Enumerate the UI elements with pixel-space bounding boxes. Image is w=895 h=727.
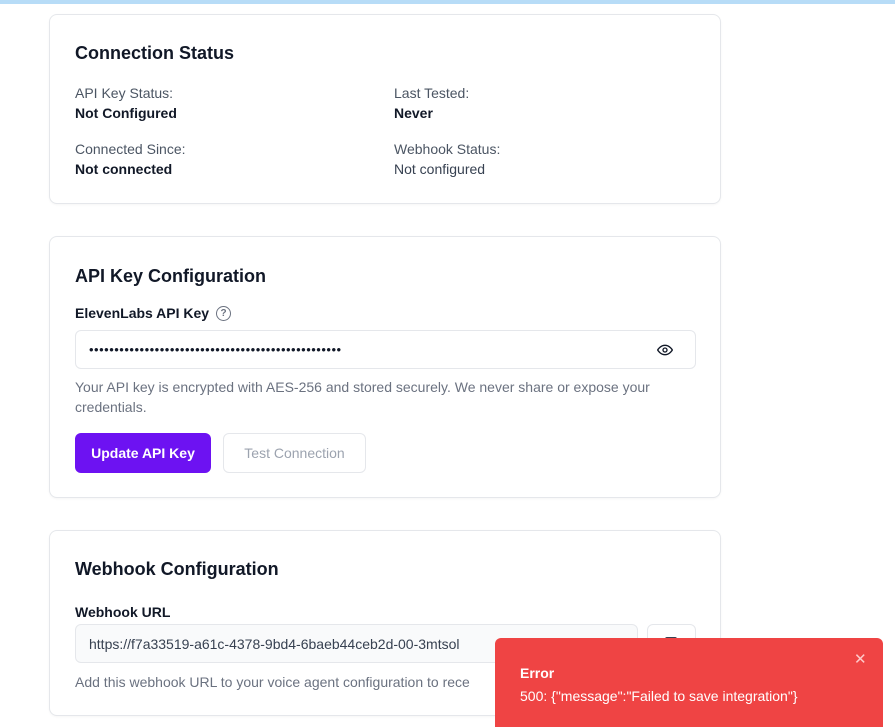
webhook-configuration-title: Webhook Configuration [75,559,279,579]
top-accent-bar [0,0,895,4]
test-connection-button[interactable]: Test Connection [223,433,366,473]
last-tested-label: Last Tested: [394,85,470,101]
connected-since-label: Connected Since: [75,141,186,157]
webhook-url-label: Webhook URL [75,604,171,620]
connected-since-value: Not connected [75,161,173,177]
update-api-key-button[interactable]: Update API Key [75,433,211,473]
connection-status-title: Connection Status [75,43,235,63]
api-key-field-label: ElevenLabs API Key ? [75,305,232,321]
toast-message: 500: {"message":"Failed to save integrat… [520,688,798,704]
eye-icon[interactable] [657,342,673,358]
last-tested-value: Never [394,105,433,121]
webhook-url-value: https://f7a33519-a61c-4378-9bd4-6baeb44c… [89,635,460,652]
question-circle-icon[interactable]: ? [216,305,232,321]
api-key-security-hint: Your API key is encrypted with AES-256 a… [75,379,650,415]
error-toast: Error 500: {"message":"Failed to save in… [495,638,883,727]
api-key-input[interactable]: ••••••••••••••••••••••••••••••••••••••••… [75,330,696,369]
api-key-label-text: ElevenLabs API Key [75,305,210,321]
api-key-configuration-card: API Key Configuration ElevenLabs API Key… [49,236,721,498]
webhook-status-label: Webhook Status: [394,141,501,157]
close-icon[interactable]: ✕ [854,650,867,668]
connection-status-card: Connection Status API Key Status: Not Co… [49,14,721,204]
api-key-status-value: Not Configured [75,105,177,121]
api-key-status-label: API Key Status: [75,85,174,101]
api-key-configuration-title: API Key Configuration [75,266,267,286]
api-key-masked-value: ••••••••••••••••••••••••••••••••••••••••… [89,342,342,357]
toast-title: Error [520,665,555,681]
webhook-status-value: Not configured [394,161,486,177]
